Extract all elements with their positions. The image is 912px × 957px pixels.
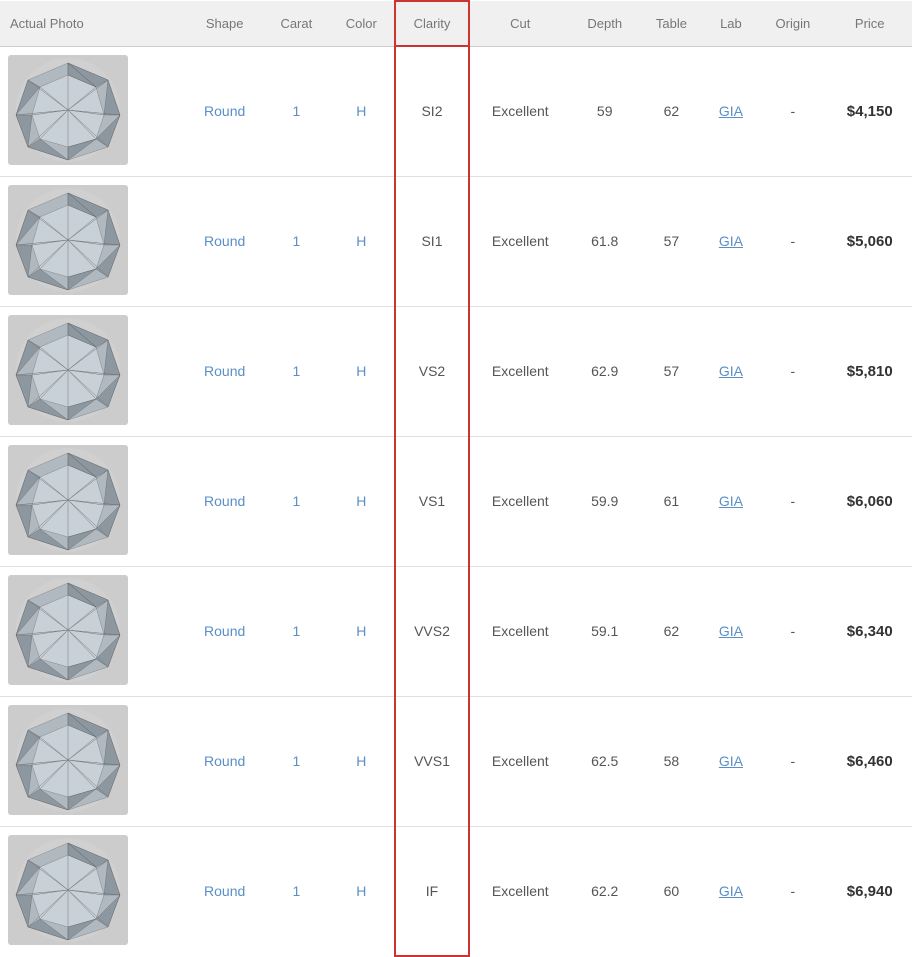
cell-depth: 62.9 [570, 306, 639, 436]
cell-lab[interactable]: GIA [704, 436, 759, 566]
cell-color: H [329, 176, 395, 306]
cell-carat: 1 [264, 176, 329, 306]
header-color[interactable]: Color [329, 1, 395, 46]
table-row: Round1HSI1Excellent61.857GIA-$5,060 [0, 176, 912, 306]
cell-photo [0, 176, 186, 306]
cell-origin: - [758, 566, 827, 696]
cell-origin: - [758, 176, 827, 306]
cell-shape: Round [186, 826, 264, 956]
cell-cut: Excellent [469, 826, 570, 956]
cell-photo [0, 46, 186, 176]
cell-lab[interactable]: GIA [704, 176, 759, 306]
cell-depth: 62.5 [570, 696, 639, 826]
header-depth[interactable]: Depth [570, 1, 639, 46]
cell-shape: Round [186, 436, 264, 566]
cell-clarity: VVS1 [395, 696, 470, 826]
cell-lab[interactable]: GIA [704, 46, 759, 176]
cell-origin: - [758, 46, 827, 176]
header-table[interactable]: Table [639, 1, 703, 46]
cell-clarity: IF [395, 826, 470, 956]
cell-shape: Round [186, 306, 264, 436]
cell-depth: 62.2 [570, 826, 639, 956]
cell-clarity: VVS2 [395, 566, 470, 696]
cell-clarity: VS1 [395, 436, 470, 566]
header-lab[interactable]: Lab [704, 1, 759, 46]
cell-origin: - [758, 696, 827, 826]
cell-clarity: SI2 [395, 46, 470, 176]
cell-photo [0, 306, 186, 436]
cell-table: 60 [639, 826, 703, 956]
cell-shape: Round [186, 566, 264, 696]
cell-origin: - [758, 826, 827, 956]
cell-cut: Excellent [469, 566, 570, 696]
cell-price: $5,810 [827, 306, 912, 436]
cell-color: H [329, 696, 395, 826]
cell-table: 57 [639, 176, 703, 306]
cell-price: $4,150 [827, 46, 912, 176]
cell-table: 62 [639, 46, 703, 176]
table-row: Round1HVVS1Excellent62.558GIA-$6,460 [0, 696, 912, 826]
table-row: Round1HVVS2Excellent59.162GIA-$6,340 [0, 566, 912, 696]
header-shape[interactable]: Shape [186, 1, 264, 46]
header-photo[interactable]: Actual Photo [0, 1, 186, 46]
diamond-table-container: Actual Photo Shape Carat Color Clarity C… [0, 0, 912, 957]
cell-clarity: SI1 [395, 176, 470, 306]
header-price[interactable]: Price [827, 1, 912, 46]
table-row: Round1HVS1Excellent59.961GIA-$6,060 [0, 436, 912, 566]
cell-shape: Round [186, 46, 264, 176]
cell-lab[interactable]: GIA [704, 566, 759, 696]
cell-table: 57 [639, 306, 703, 436]
cell-carat: 1 [264, 436, 329, 566]
table-header-row: Actual Photo Shape Carat Color Clarity C… [0, 1, 912, 46]
table-row: Round1HVS2Excellent62.957GIA-$5,810 [0, 306, 912, 436]
cell-table: 62 [639, 566, 703, 696]
table-row: Round1HIFExcellent62.260GIA-$6,940 [0, 826, 912, 956]
cell-cut: Excellent [469, 46, 570, 176]
cell-carat: 1 [264, 826, 329, 956]
cell-carat: 1 [264, 696, 329, 826]
cell-carat: 1 [264, 566, 329, 696]
cell-price: $5,060 [827, 176, 912, 306]
cell-color: H [329, 826, 395, 956]
cell-cut: Excellent [469, 306, 570, 436]
cell-price: $6,940 [827, 826, 912, 956]
header-carat[interactable]: Carat [264, 1, 329, 46]
cell-lab[interactable]: GIA [704, 826, 759, 956]
cell-color: H [329, 306, 395, 436]
cell-photo [0, 696, 186, 826]
cell-carat: 1 [264, 306, 329, 436]
diamond-table: Actual Photo Shape Carat Color Clarity C… [0, 0, 912, 957]
cell-cut: Excellent [469, 176, 570, 306]
cell-depth: 59.1 [570, 566, 639, 696]
cell-clarity: VS2 [395, 306, 470, 436]
table-row: Round1HSI2Excellent5962GIA-$4,150 [0, 46, 912, 176]
cell-price: $6,460 [827, 696, 912, 826]
cell-shape: Round [186, 176, 264, 306]
cell-color: H [329, 46, 395, 176]
cell-photo [0, 826, 186, 956]
cell-origin: - [758, 306, 827, 436]
cell-lab[interactable]: GIA [704, 696, 759, 826]
cell-depth: 59.9 [570, 436, 639, 566]
header-cut[interactable]: Cut [469, 1, 570, 46]
cell-photo [0, 566, 186, 696]
cell-color: H [329, 566, 395, 696]
header-clarity[interactable]: Clarity [395, 1, 470, 46]
cell-origin: - [758, 436, 827, 566]
cell-price: $6,060 [827, 436, 912, 566]
header-origin[interactable]: Origin [758, 1, 827, 46]
cell-color: H [329, 436, 395, 566]
cell-cut: Excellent [469, 436, 570, 566]
cell-table: 58 [639, 696, 703, 826]
cell-table: 61 [639, 436, 703, 566]
cell-photo [0, 436, 186, 566]
cell-cut: Excellent [469, 696, 570, 826]
cell-carat: 1 [264, 46, 329, 176]
cell-price: $6,340 [827, 566, 912, 696]
cell-depth: 61.8 [570, 176, 639, 306]
cell-lab[interactable]: GIA [704, 306, 759, 436]
cell-depth: 59 [570, 46, 639, 176]
cell-shape: Round [186, 696, 264, 826]
